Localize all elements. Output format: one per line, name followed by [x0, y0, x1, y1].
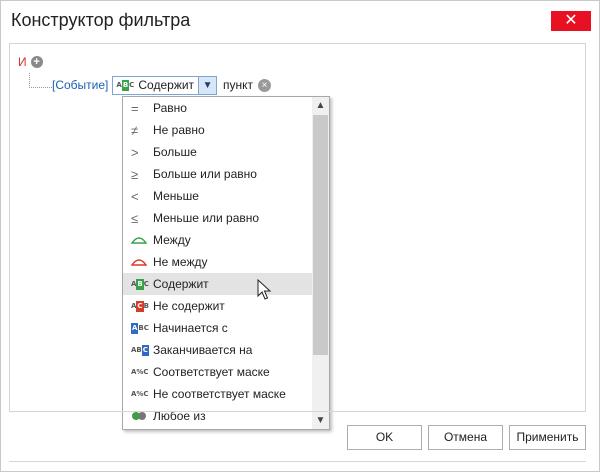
operator-option-begins-with[interactable]: A BC Начинается с	[123, 317, 312, 339]
not-contains-icon: ACB	[131, 300, 149, 312]
chevron-down-icon[interactable]: ▼	[312, 412, 329, 429]
scrollbar-thumb[interactable]	[313, 115, 328, 355]
group-row: И +	[18, 54, 43, 70]
dropdown-scrollbar[interactable]: ▲ ▼	[312, 97, 329, 429]
remove-condition-icon[interactable]: ×	[258, 78, 272, 92]
operator-option-contains[interactable]: ABC Содержит	[123, 273, 312, 295]
not-like-icon: A%C	[131, 390, 149, 398]
ends-with-icon: AB C	[131, 344, 149, 356]
like-icon: A%C	[131, 368, 149, 376]
condition-value[interactable]: пункт	[223, 78, 253, 92]
operator-option-less-or-equal[interactable]: ≤ Меньше или равно	[123, 207, 312, 229]
greater-icon: >	[131, 144, 139, 160]
operator-option-less[interactable]: < Меньше	[123, 185, 312, 207]
apply-button[interactable]: Применить	[509, 425, 586, 450]
dialog-title: Конструктор фильтра	[11, 10, 191, 30]
operator-option-like[interactable]: A%C Соответствует маске	[123, 361, 312, 383]
between-icon	[131, 235, 153, 245]
operator-select-label: Содержит	[138, 78, 195, 92]
contains-icon: ABC	[131, 278, 149, 290]
tree-connector	[29, 73, 52, 88]
operator-list: = Равно ≠ Не равно > Больше ≥ Больше или…	[123, 97, 312, 427]
operator-option-greater[interactable]: > Больше	[123, 141, 312, 163]
ok-button[interactable]: OK	[347, 425, 422, 450]
begins-with-icon: A BC	[131, 322, 149, 334]
any-of-icon	[131, 411, 153, 421]
operator-option-equals[interactable]: = Равно	[123, 97, 312, 119]
operator-option-not-equals[interactable]: ≠ Не равно	[123, 119, 312, 141]
title-bar: Конструктор фильтра ✕	[1, 1, 599, 39]
footer-divider	[9, 411, 586, 412]
contains-icon: ABC	[116, 79, 135, 91]
operator-select[interactable]: ABC Содержит ▼	[112, 75, 218, 95]
group-operator-and[interactable]: И	[18, 55, 27, 69]
close-button[interactable]: ✕	[551, 11, 591, 31]
chevron-up-icon[interactable]: ▲	[312, 97, 329, 114]
chevron-down-icon[interactable]: ▼	[198, 76, 217, 94]
add-condition-icon[interactable]: +	[30, 56, 43, 68]
operator-option-not-like[interactable]: A%C Не соответствует маске	[123, 383, 312, 405]
operator-option-not-between[interactable]: Не между	[123, 251, 312, 273]
less-icon: <	[131, 188, 139, 204]
operator-option-ends-with[interactable]: AB C Заканчивается на	[123, 339, 312, 361]
operator-dropdown: = Равно ≠ Не равно > Больше ≥ Больше или…	[122, 96, 330, 430]
not-equals-icon: ≠	[131, 122, 139, 138]
cancel-button[interactable]: Отмена	[428, 425, 503, 450]
operator-option-greater-or-equal[interactable]: ≥ Больше или равно	[123, 163, 312, 185]
equals-icon: =	[131, 100, 139, 116]
bottom-divider	[9, 461, 586, 462]
operator-option-not-contains[interactable]: ACB Не содержит	[123, 295, 312, 317]
less-or-equal-icon: ≤	[131, 210, 139, 226]
condition-row: [Событие] ABC Содержит ▼ пункт ×	[52, 75, 272, 95]
not-between-icon	[131, 257, 153, 267]
operator-option-any-of[interactable]: Любое из	[123, 405, 312, 427]
condition-field[interactable]: [Событие]	[52, 78, 108, 92]
greater-or-equal-icon: ≥	[131, 166, 139, 182]
mouse-cursor-icon	[257, 279, 272, 300]
operator-option-between[interactable]: Между	[123, 229, 312, 251]
